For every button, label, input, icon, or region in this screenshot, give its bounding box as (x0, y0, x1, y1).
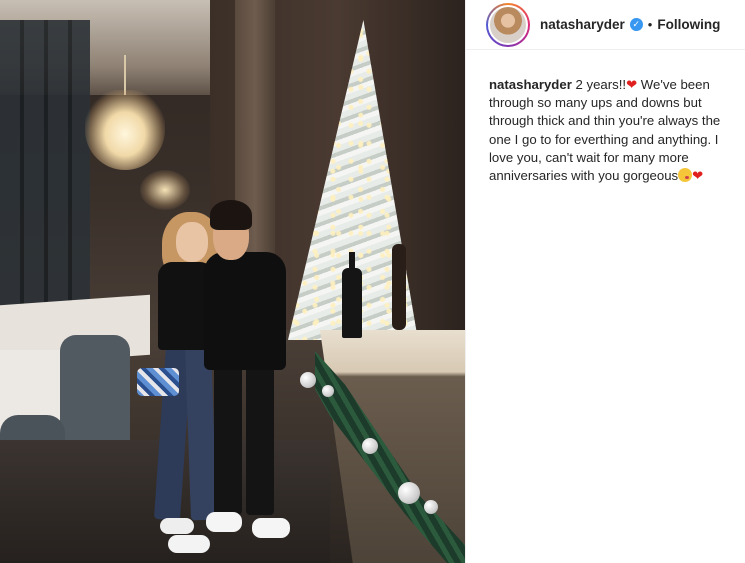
story-ring[interactable] (486, 2, 530, 47)
author-username-link[interactable]: natasharyder (540, 17, 625, 32)
post-photo[interactable] (0, 0, 465, 563)
person-man-pants (246, 365, 274, 515)
post-sidebar: natasharyder ✓ • Following natasharyder … (465, 0, 745, 563)
wine-bottle (342, 252, 362, 338)
chandelier (85, 90, 165, 170)
sneaker (206, 512, 242, 532)
ornament (300, 372, 316, 388)
ornament (362, 438, 378, 454)
caption-text: 2 years!! (571, 77, 627, 92)
sneaker (160, 518, 194, 534)
chandelier-small (140, 170, 190, 210)
person-man-sweater (204, 252, 286, 370)
ornament (424, 500, 438, 514)
red-heart-icon: ❤ (626, 77, 638, 92)
sneaker (252, 518, 290, 538)
person-woman-jeans (184, 344, 218, 521)
following-button[interactable]: Following (657, 17, 720, 32)
avatar[interactable] (488, 4, 528, 45)
verified-badge-icon: ✓ (629, 18, 643, 31)
pepper-grinder (392, 244, 406, 330)
ornament (398, 482, 420, 504)
red-heart-icon: ❤ (692, 168, 704, 184)
chandelier-chain (124, 55, 126, 95)
sneaker (168, 535, 210, 553)
separator-dot: • (647, 17, 653, 32)
person-man-hair (210, 200, 252, 230)
ornament (322, 385, 334, 397)
caption-username-link[interactable]: natasharyder (489, 77, 572, 92)
handbag (137, 368, 179, 396)
window-wall (0, 20, 90, 310)
face-blowing-kiss-icon (678, 168, 693, 183)
person-woman-face (176, 222, 208, 262)
person-man-pants (214, 365, 242, 515)
post-header: natasharyder ✓ • Following (466, 0, 745, 50)
post-caption: natasharyder 2 years!!❤ We've been throu… (466, 50, 745, 185)
